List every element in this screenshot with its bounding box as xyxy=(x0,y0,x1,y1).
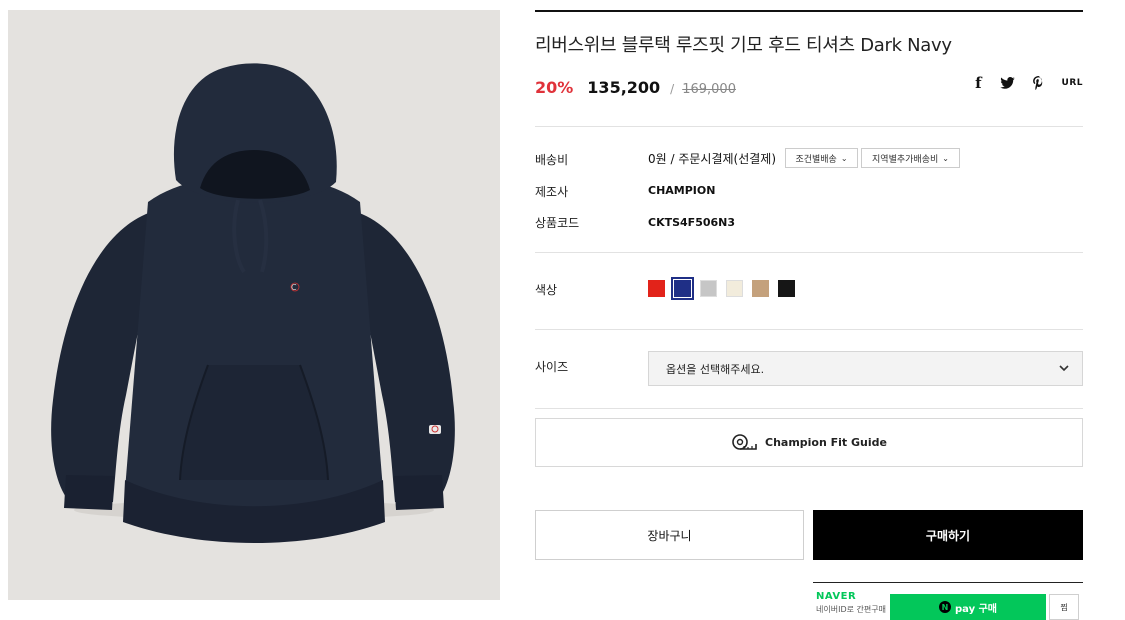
divider xyxy=(535,126,1083,127)
fit-guide-button[interactable]: Champion Fit Guide xyxy=(535,418,1083,467)
size-label: 사이즈 xyxy=(535,360,569,374)
product-code-value: CKTS4F506N3 xyxy=(648,216,736,229)
product-image: C xyxy=(8,10,500,600)
maker-label: 제조사 xyxy=(535,185,569,199)
price-separator: / xyxy=(670,82,675,96)
twitter-icon[interactable] xyxy=(999,77,1015,89)
shipping-label: 배송비 xyxy=(535,153,569,167)
chevron-down-icon xyxy=(1059,365,1069,372)
wishlist-button[interactable]: 찜 xyxy=(1049,594,1079,620)
shipping-value: 0원 / 주문시결제(선결제) xyxy=(648,152,777,166)
discount-rate: 20% xyxy=(535,78,574,97)
color-swatch[interactable] xyxy=(778,280,795,297)
product-title: 리버스위브 블루택 루즈핏 기모 후드 티셔츠 Dark Navy xyxy=(535,35,952,56)
chevron-down-icon: ⌄ xyxy=(942,153,949,163)
share-links: f URL xyxy=(975,74,1083,92)
conditional-shipping-button[interactable]: 조건별배송 ⌄ xyxy=(785,148,858,168)
chevron-down-icon: ⌄ xyxy=(840,153,848,163)
pinterest-icon[interactable] xyxy=(1032,76,1044,90)
maker-value: CHAMPION xyxy=(648,184,716,197)
url-copy-button[interactable]: URL xyxy=(1062,78,1083,88)
divider xyxy=(535,329,1083,330)
divider xyxy=(535,252,1083,253)
size-select[interactable]: 옵션을 선택해주세요. xyxy=(648,351,1083,386)
naver-pay-button[interactable]: N pay 구매 xyxy=(890,594,1046,620)
naver-pay-icon: N xyxy=(939,601,951,613)
sale-price: 135,200 xyxy=(587,78,661,97)
color-swatch[interactable] xyxy=(671,277,694,300)
price-row: 20% 135,200 / 169,000 xyxy=(535,78,736,100)
hoodie-image: C xyxy=(51,63,455,543)
color-swatch[interactable] xyxy=(726,280,743,297)
color-label: 색상 xyxy=(535,283,558,297)
regional-shipping-button[interactable]: 지역별추가배송비 ⌄ xyxy=(861,148,960,168)
top-divider xyxy=(535,10,1083,12)
color-swatch[interactable] xyxy=(700,280,717,297)
product-code-label: 상품코드 xyxy=(535,216,580,230)
size-select-placeholder: 옵션을 선택해주세요. xyxy=(666,362,765,376)
facebook-icon[interactable]: f xyxy=(975,74,981,92)
naver-divider xyxy=(813,582,1083,583)
fit-guide-label: Champion Fit Guide xyxy=(765,436,887,449)
color-swatch[interactable] xyxy=(648,280,665,297)
tape-measure-icon xyxy=(732,433,757,450)
original-price: 169,000 xyxy=(682,82,736,97)
naver-logo: NAVER xyxy=(816,591,857,602)
buy-now-button[interactable]: 구매하기 xyxy=(813,510,1083,560)
divider xyxy=(535,408,1083,409)
color-swatch[interactable] xyxy=(752,280,769,297)
add-to-cart-button[interactable]: 장바구니 xyxy=(535,510,804,560)
